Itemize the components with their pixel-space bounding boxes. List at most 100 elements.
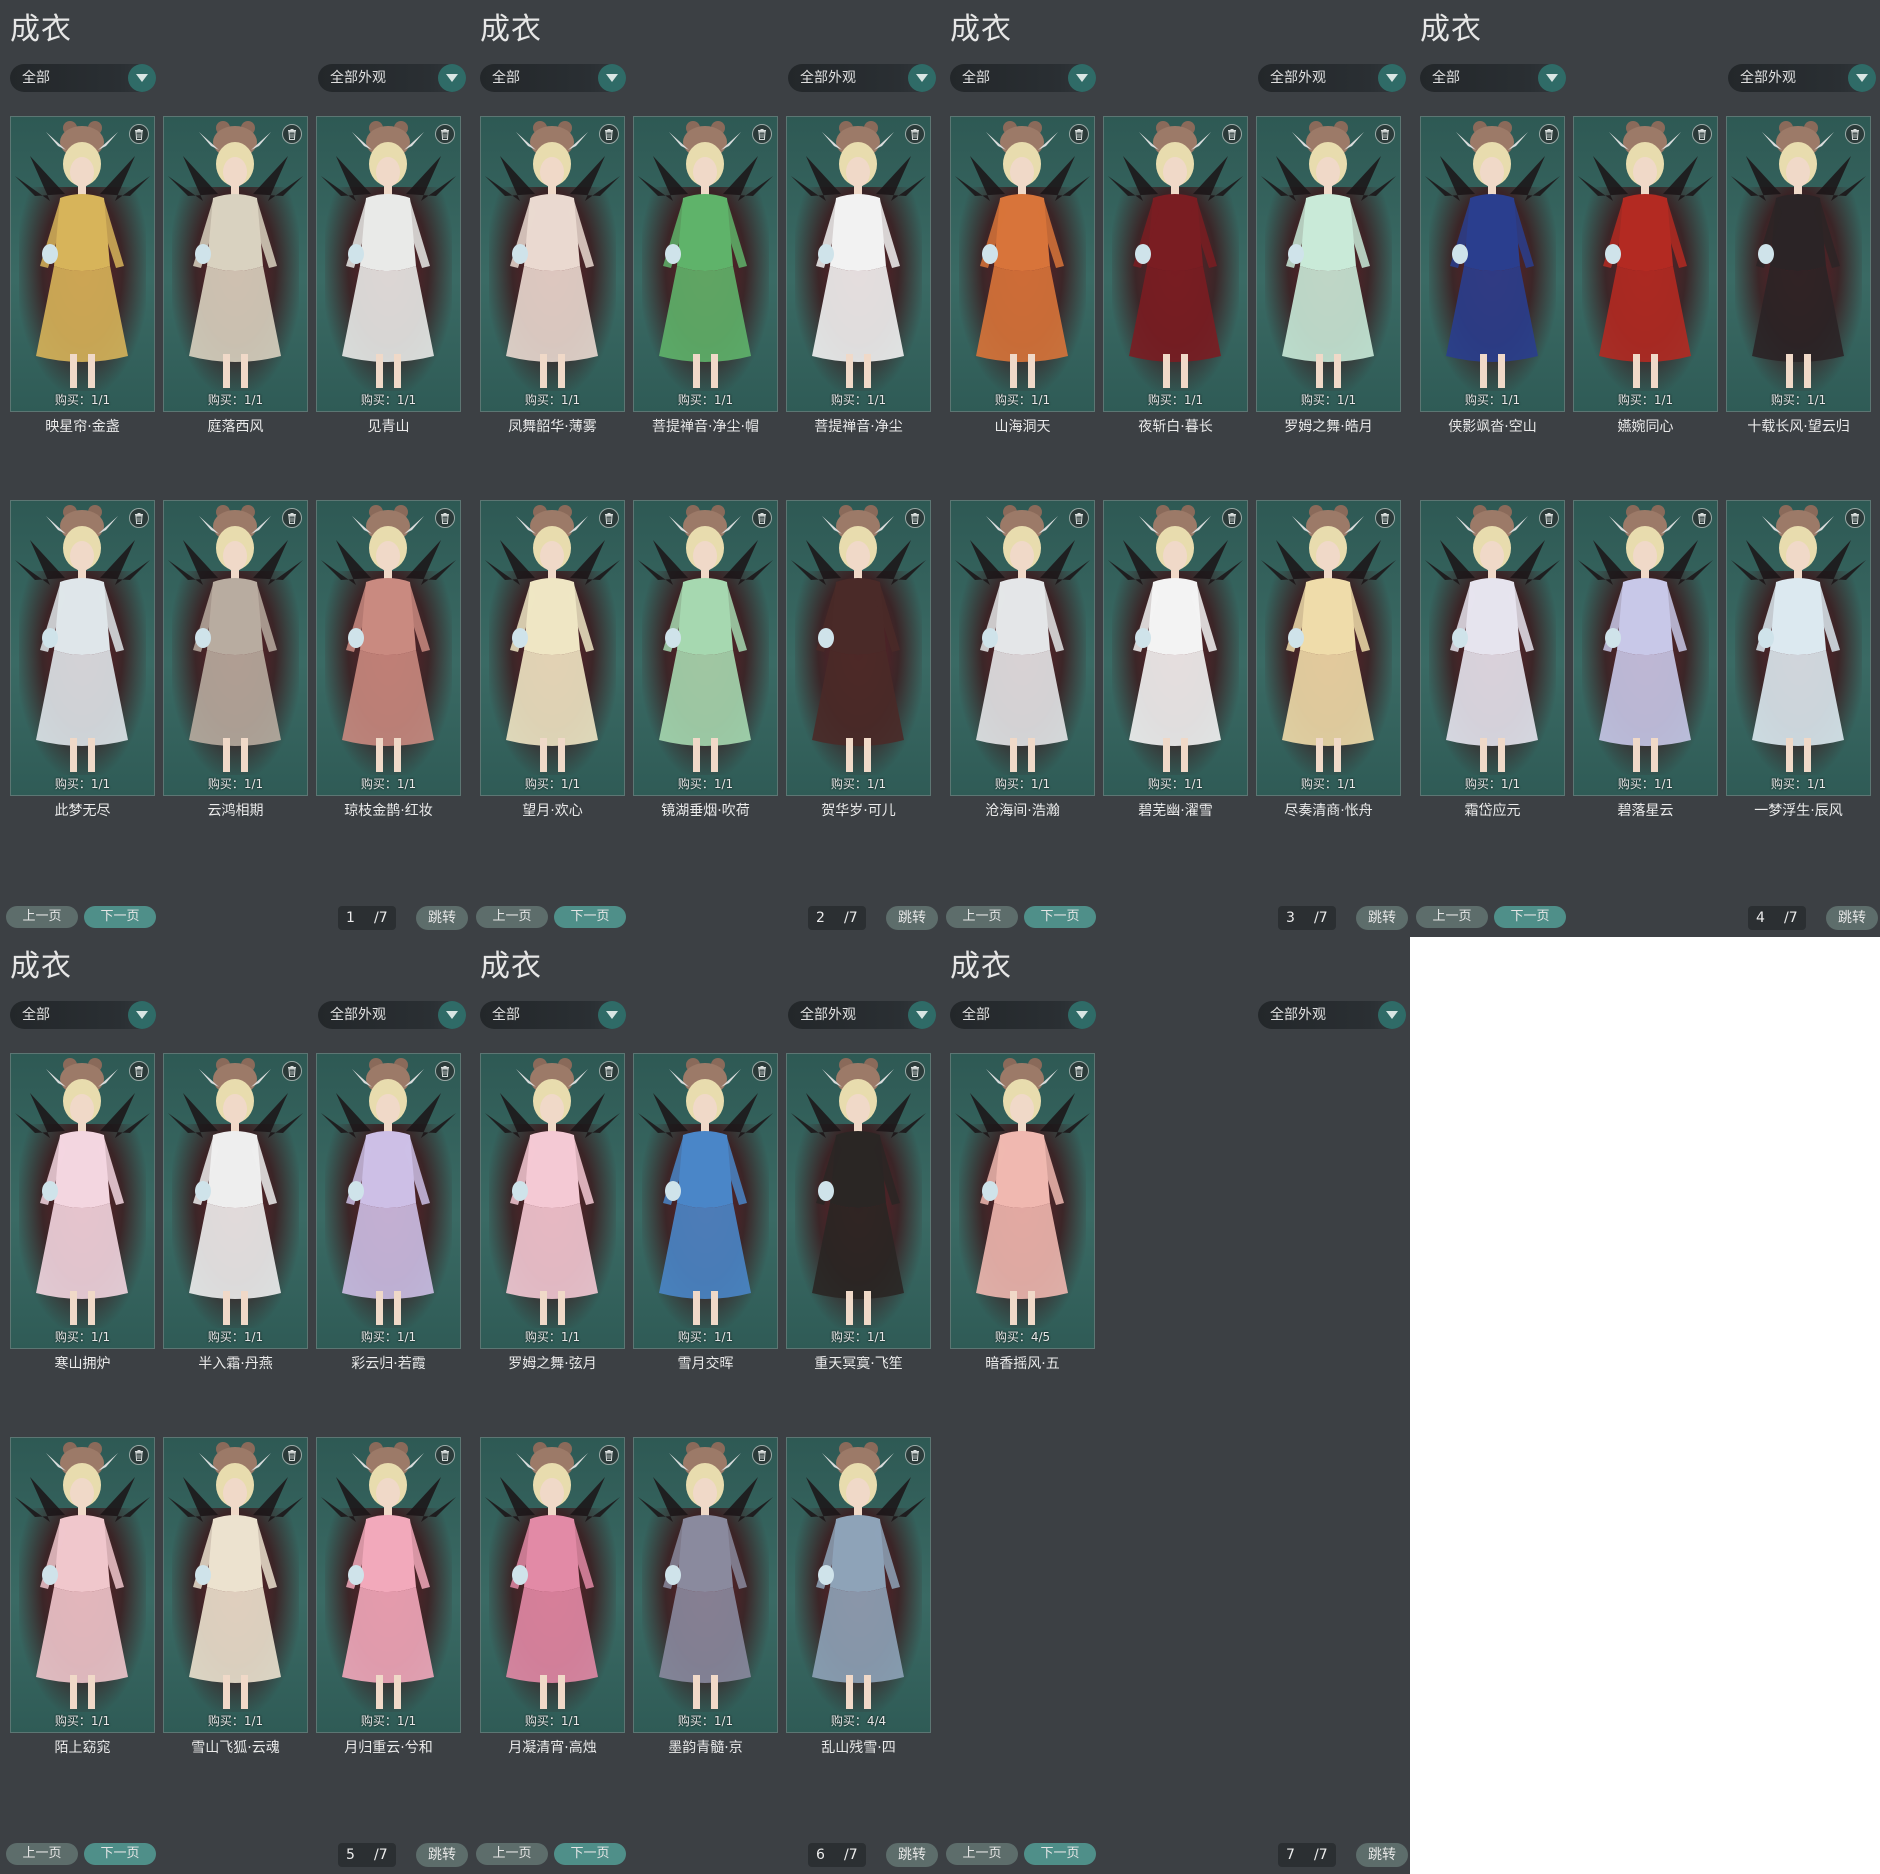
prev-page-button[interactable]: 上一页	[6, 906, 78, 928]
trash-icon[interactable]	[752, 1061, 772, 1081]
trash-icon[interactable]	[435, 1061, 455, 1081]
prev-page-button[interactable]: 上一页	[476, 906, 548, 928]
outfit-card[interactable]: 购买：1/1 凤舞韶华·薄雾	[480, 116, 625, 435]
category-filter-dropdown[interactable]: 全部	[10, 64, 156, 92]
outfit-card[interactable]: 购买：1/1 陌上窈窕	[10, 1437, 155, 1756]
page-number-input[interactable]: 7/7	[1278, 1843, 1336, 1867]
outfit-card[interactable]: 购买：1/1 重天冥寞·飞笙	[786, 1053, 931, 1372]
appearance-filter-dropdown[interactable]: 全部外观	[318, 64, 466, 92]
outfit-card[interactable]: 购买：1/1 夜斩白·暮长	[1103, 116, 1248, 435]
chevron-down-icon[interactable]	[1538, 64, 1566, 92]
chevron-down-icon[interactable]	[438, 1001, 466, 1029]
chevron-down-icon[interactable]	[128, 1001, 156, 1029]
category-filter-dropdown[interactable]: 全部	[950, 1001, 1096, 1029]
trash-icon[interactable]	[1539, 508, 1559, 528]
trash-icon[interactable]	[282, 1445, 302, 1465]
outfit-card[interactable]: 购买：1/1 嬿婉同心	[1573, 116, 1718, 435]
chevron-down-icon[interactable]	[1378, 64, 1406, 92]
trash-icon[interactable]	[435, 124, 455, 144]
outfit-card[interactable]: 购买：4/4 乱山残雪·四	[786, 1437, 931, 1756]
trash-icon[interactable]	[1069, 124, 1089, 144]
trash-icon[interactable]	[282, 124, 302, 144]
trash-icon[interactable]	[752, 1445, 772, 1465]
outfit-card[interactable]: 购买：1/1 雪山飞狐·云魂	[163, 1437, 308, 1756]
prev-page-button[interactable]: 上一页	[476, 1843, 548, 1865]
outfit-card[interactable]: 购买：1/1 沧海间·浩瀚	[950, 500, 1095, 819]
prev-page-button[interactable]: 上一页	[946, 906, 1018, 928]
outfit-card[interactable]: 购买：1/1 碧落星云	[1573, 500, 1718, 819]
chevron-down-icon[interactable]	[1068, 64, 1096, 92]
outfit-card[interactable]: 购买：1/1 云鸿相期	[163, 500, 308, 819]
chevron-down-icon[interactable]	[128, 64, 156, 92]
jump-button[interactable]: 跳转	[416, 1843, 468, 1867]
trash-icon[interactable]	[129, 1445, 149, 1465]
outfit-card[interactable]: 购买：1/1 望月·欢心	[480, 500, 625, 819]
chevron-down-icon[interactable]	[908, 1001, 936, 1029]
next-page-button[interactable]: 下一页	[1024, 906, 1096, 928]
jump-button[interactable]: 跳转	[1356, 906, 1408, 930]
outfit-card[interactable]: 购买：1/1 霜岱应元	[1420, 500, 1565, 819]
prev-page-button[interactable]: 上一页	[946, 1843, 1018, 1865]
page-number-input[interactable]: 6/7	[808, 1843, 866, 1867]
appearance-filter-dropdown[interactable]: 全部外观	[1258, 64, 1406, 92]
trash-icon[interactable]	[1375, 508, 1395, 528]
trash-icon[interactable]	[1845, 508, 1865, 528]
outfit-card[interactable]: 购买：1/1 菩提禅音·净尘	[786, 116, 931, 435]
trash-icon[interactable]	[599, 1061, 619, 1081]
outfit-card[interactable]: 购买：1/1 贺华岁·可儿	[786, 500, 931, 819]
trash-icon[interactable]	[1845, 124, 1865, 144]
trash-icon[interactable]	[752, 508, 772, 528]
trash-icon[interactable]	[599, 508, 619, 528]
page-number-input[interactable]: 5/7	[338, 1843, 396, 1867]
jump-button[interactable]: 跳转	[1356, 1843, 1408, 1867]
outfit-card[interactable]: 购买：1/1 墨韵青髓·京	[633, 1437, 778, 1756]
outfit-card[interactable]: 购买：1/1 庭落西风	[163, 116, 308, 435]
trash-icon[interactable]	[905, 508, 925, 528]
trash-icon[interactable]	[1069, 508, 1089, 528]
chevron-down-icon[interactable]	[1378, 1001, 1406, 1029]
outfit-card[interactable]: 购买：1/1 寒山拥炉	[10, 1053, 155, 1372]
outfit-card[interactable]: 购买：1/1 见青山	[316, 116, 461, 435]
outfit-card[interactable]: 购买：1/1 罗姆之舞·弦月	[480, 1053, 625, 1372]
category-filter-dropdown[interactable]: 全部	[950, 64, 1096, 92]
outfit-card[interactable]: 购买：1/1 一梦浮生·辰风	[1726, 500, 1871, 819]
chevron-down-icon[interactable]	[908, 64, 936, 92]
chevron-down-icon[interactable]	[598, 1001, 626, 1029]
outfit-card[interactable]: 购买：1/1 山海洞天	[950, 116, 1095, 435]
trash-icon[interactable]	[1222, 508, 1242, 528]
trash-icon[interactable]	[905, 124, 925, 144]
appearance-filter-dropdown[interactable]: 全部外观	[318, 1001, 466, 1029]
chevron-down-icon[interactable]	[438, 64, 466, 92]
trash-icon[interactable]	[435, 1445, 455, 1465]
trash-icon[interactable]	[1692, 508, 1712, 528]
trash-icon[interactable]	[129, 1061, 149, 1081]
trash-icon[interactable]	[282, 1061, 302, 1081]
trash-icon[interactable]	[129, 508, 149, 528]
outfit-card[interactable]: 购买：1/1 琼枝金鹊·红妆	[316, 500, 461, 819]
outfit-card[interactable]: 购买：1/1 半入霜·丹燕	[163, 1053, 308, 1372]
outfit-card[interactable]: 购买：1/1 此梦无尽	[10, 500, 155, 819]
trash-icon[interactable]	[905, 1445, 925, 1465]
outfit-card[interactable]: 购买：1/1 镜湖垂烟·吹荷	[633, 500, 778, 819]
appearance-filter-dropdown[interactable]: 全部外观	[788, 64, 936, 92]
page-number-input[interactable]: 4/7	[1748, 906, 1806, 930]
appearance-filter-dropdown[interactable]: 全部外观	[1258, 1001, 1406, 1029]
outfit-card[interactable]: 购买：1/1 彩云归·若霞	[316, 1053, 461, 1372]
page-number-input[interactable]: 2/7	[808, 906, 866, 930]
category-filter-dropdown[interactable]: 全部	[480, 64, 626, 92]
next-page-button[interactable]: 下一页	[554, 906, 626, 928]
prev-page-button[interactable]: 上一页	[6, 1843, 78, 1865]
jump-button[interactable]: 跳转	[1826, 906, 1878, 930]
trash-icon[interactable]	[282, 508, 302, 528]
outfit-card[interactable]: 购买：1/1 尽奏清商·怅舟	[1256, 500, 1401, 819]
trash-icon[interactable]	[599, 124, 619, 144]
outfit-card[interactable]: 购买：1/1 月凝清宵·高烛	[480, 1437, 625, 1756]
outfit-card[interactable]: 购买：4/5 暗香摇风·五	[950, 1053, 1095, 1372]
trash-icon[interactable]	[1539, 124, 1559, 144]
outfit-card[interactable]: 购买：1/1 碧芜幽·濯雪	[1103, 500, 1248, 819]
next-page-button[interactable]: 下一页	[554, 1843, 626, 1865]
outfit-card[interactable]: 购买：1/1 侠影飒沓·空山	[1420, 116, 1565, 435]
jump-button[interactable]: 跳转	[416, 906, 468, 930]
category-filter-dropdown[interactable]: 全部	[10, 1001, 156, 1029]
appearance-filter-dropdown[interactable]: 全部外观	[788, 1001, 936, 1029]
